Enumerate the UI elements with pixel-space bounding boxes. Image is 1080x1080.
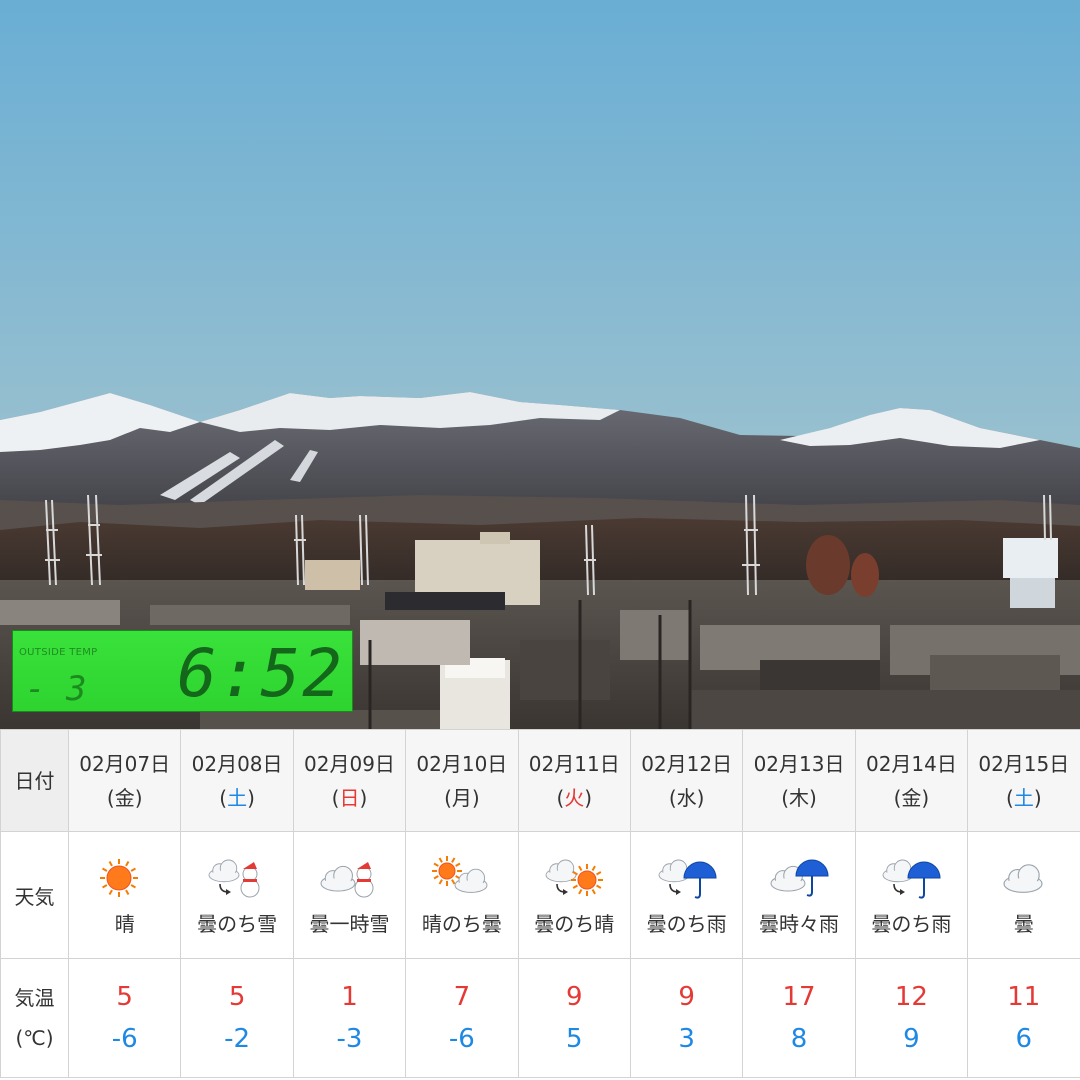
date-text: 02月12日 (641, 751, 733, 776)
weather-cell: 晴 (67, 831, 182, 959)
min-temp: -3 (336, 1024, 363, 1054)
date-row: 日付 02月07日 (金) 02月08日 (土) 02月09日 (日) 02月10日 (月) 0… (0, 729, 1080, 832)
min-temp: 9 (903, 1024, 920, 1054)
min-temp: 8 (790, 1024, 808, 1054)
max-temp: 5 (228, 982, 246, 1012)
max-temp: 7 (453, 982, 471, 1012)
temperature-cell: 12 9 (854, 958, 969, 1078)
min-temp: 6 (1015, 1024, 1033, 1054)
temperature-cell: 17 8 (742, 958, 856, 1078)
cloud-then-rain-icon (631, 854, 742, 902)
date-text: 02月11日 (528, 751, 620, 776)
weather-cell: 曇のち雨 (854, 831, 969, 959)
clock-time: 6:52 (177, 635, 344, 712)
weather-text: 曇のち晴 (534, 911, 615, 936)
min-temp: 5 (565, 1024, 583, 1054)
max-temp: 11 (1007, 982, 1041, 1012)
weather-row-label: 天気 (0, 831, 69, 959)
weather-cell: 曇時々雨 (742, 831, 856, 959)
date-text: 02月08日 (191, 751, 283, 776)
weather-cell: 曇のち雨 (629, 831, 744, 959)
date-text: 02月07日 (79, 751, 171, 776)
temperature-cell: 95 (517, 958, 631, 1078)
max-temp: 5 (116, 982, 133, 1012)
day-of-week: (金) (106, 785, 143, 810)
weather-text: 曇のち雪 (197, 911, 278, 936)
weather-row: 天気 晴 曇のち雪 曇一時雪 晴のち曇 曇のち晴 曇のち雨 曇時々雨 曇のち雨 … (0, 831, 1080, 959)
day-of-week-char: 火 (564, 785, 585, 810)
outside-temp-clock-display: OUTSIDE TEMP - 3 6:52 (12, 630, 353, 712)
weather-cell: 曇一時雪 (292, 831, 407, 959)
max-temp: 9 (678, 982, 695, 1012)
cloud-then-rain-icon (856, 854, 967, 902)
sun-then-cloud-icon (406, 854, 517, 902)
temp-label: 気温 (14, 986, 55, 1010)
weather-cell: 曇 (967, 831, 1080, 959)
temperature-cell: 93 (629, 958, 744, 1078)
cloud-then-snow-icon (181, 854, 292, 902)
cloud-sometimes-rain-icon (743, 854, 854, 902)
date-cell: 02月12日 (水) (629, 729, 744, 832)
date-cell: 02月15日 (土) (967, 729, 1080, 832)
date-text: 02月09日 (304, 751, 395, 776)
weather-text: 晴 (114, 911, 135, 936)
date-text: 02月10日 (416, 751, 508, 776)
date-cell: 02月13日 (木) (742, 729, 856, 832)
cloud-sometimes-snow-icon (294, 854, 405, 902)
weather-cell: 晴のち曇 (405, 831, 519, 959)
date-cell: 02月07日 (金) (67, 729, 182, 832)
temperature-cell: 11 6 (967, 958, 1080, 1078)
outside-temp-value: - 3 (25, 669, 87, 709)
weather-cell: 曇のち晴 (517, 831, 631, 959)
weather-text: 曇のち雨 (646, 911, 727, 936)
weather-text: 曇一時雪 (309, 911, 390, 936)
outside-temp-label: OUTSIDE TEMP (19, 647, 98, 658)
date-text: 02月15日 (978, 751, 1070, 776)
date-cell: 02月09日 (日) (292, 729, 407, 832)
weather-text: 曇時々雨 (759, 911, 840, 936)
temperature-cell: 1 -3 (292, 958, 407, 1078)
temperature-cell: 7 -6 (405, 958, 519, 1078)
date-text: 02月13日 (753, 751, 845, 776)
date-cell: 02月08日 (土) (180, 729, 294, 832)
day-of-week: (火) (556, 785, 593, 810)
max-temp: 12 (894, 982, 928, 1012)
weekly-forecast-table: 日付 02月07日 (金) 02月08日 (土) 02月09日 (日) 02月10日 (月) 0… (0, 729, 1080, 1078)
cloud-icon (968, 854, 1079, 902)
weather-text: 曇のち雨 (871, 911, 952, 936)
day-of-week-char: 土 (227, 785, 248, 810)
weather-text: 晴のち曇 (421, 911, 502, 936)
date-cell: 02月11日 (火) (517, 729, 631, 832)
max-temp: 1 (341, 982, 358, 1012)
day-of-week: (日) (331, 785, 368, 810)
date-text: 02月14日 (865, 751, 957, 776)
temperature-cell: 5 -2 (180, 958, 294, 1078)
temperature-row: 気温 (℃) 5 -6 5 -2 1 -3 7 -6 9 5 9 3 17 8 12 9 11 6 (0, 958, 1080, 1078)
weather-cell: 曇のち雪 (180, 831, 294, 959)
min-temp: 3 (678, 1024, 695, 1054)
date-row-label: 日付 (0, 729, 69, 832)
weather-text: 曇 (1013, 911, 1034, 936)
max-temp: 17 (782, 982, 816, 1012)
day-of-week: (木) (781, 785, 817, 810)
day-of-week: (金) (893, 785, 930, 810)
min-temp: -6 (111, 1024, 138, 1054)
day-of-week-char: 日 (339, 785, 360, 810)
date-cell: 02月14日 (金) (854, 729, 969, 832)
min-temp: -2 (224, 1024, 251, 1054)
temperature-row-label: 気温 (℃) (0, 958, 69, 1078)
date-cell: 02月10日 (月) (405, 729, 519, 832)
temp-unit-label: (℃) (15, 1026, 54, 1050)
day-of-week: (水) (668, 785, 705, 810)
day-of-week: (月) (444, 785, 480, 810)
cloud-then-sun-icon (519, 854, 630, 902)
day-of-week: (土) (1006, 785, 1042, 810)
sun-icon (69, 854, 180, 902)
day-of-week: (土) (219, 785, 255, 810)
max-temp: 9 (565, 982, 583, 1012)
day-of-week-char: 土 (1013, 785, 1034, 810)
min-temp: -6 (448, 1024, 475, 1054)
mountain-town-photo (0, 0, 1080, 730)
temperature-cell: 5 -6 (67, 958, 182, 1078)
